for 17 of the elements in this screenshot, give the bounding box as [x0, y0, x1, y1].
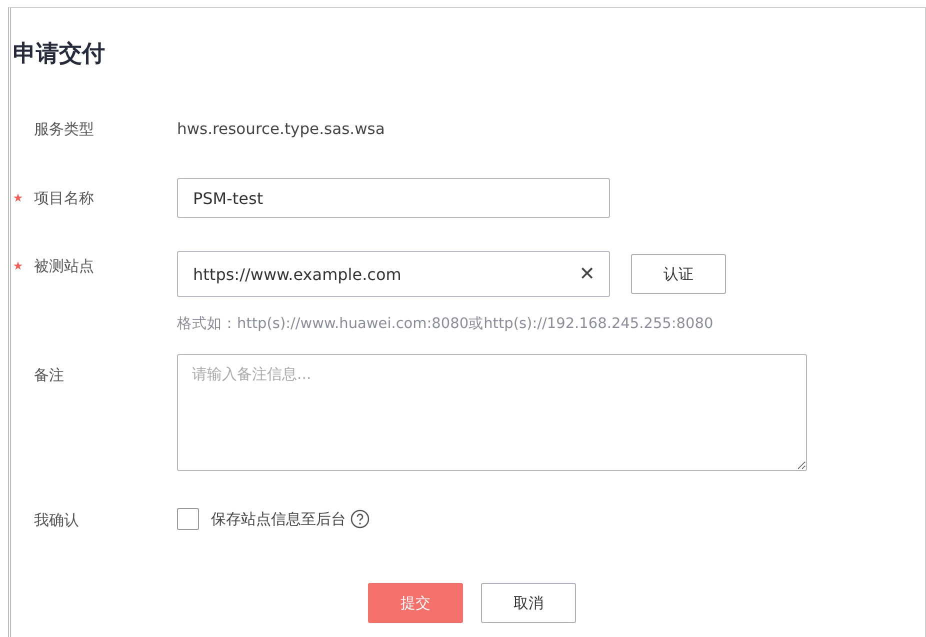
field-label: 我确认 [34, 510, 79, 530]
clear-icon[interactable]: ✕ [579, 264, 595, 284]
field-label: 被测站点 [34, 256, 94, 276]
cancel-button[interactable]: 取消 [481, 583, 576, 623]
help-icon[interactable] [350, 509, 370, 529]
field-value: hws.resource.type.sas.wsa [177, 119, 385, 140]
hint-text: 格式如：http(s)://www.huawei.com:8080或http(s)://192.168.245.255:8080 [177, 315, 714, 333]
input-field[interactable]: PSM-test [177, 178, 610, 218]
verify-button[interactable]: 认证 [631, 254, 726, 294]
field-label: 备注 [34, 366, 64, 384]
field-label: 服务类型 [34, 120, 94, 138]
remark-field[interactable]: 请输入备注信息... [177, 354, 807, 471]
field-label: 项目名称 [34, 188, 94, 208]
checkbox-label: 保存站点信息至后台 [211, 510, 346, 528]
input-field[interactable]: https://www.example.com ✕ [177, 251, 610, 297]
dialog-title: 申请交付 [13, 41, 105, 67]
checkbox[interactable] [177, 508, 199, 530]
